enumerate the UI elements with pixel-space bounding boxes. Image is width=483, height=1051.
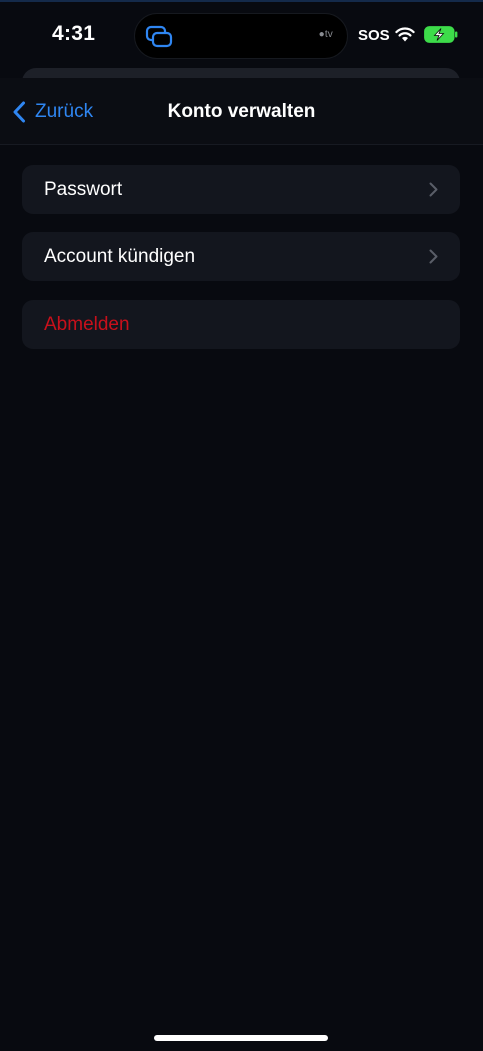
list-item-label: Account kündigen xyxy=(44,246,196,267)
battery-charging-icon xyxy=(424,26,458,43)
list-item-password[interactable]: Passwort xyxy=(22,165,460,214)
chevron-right-icon xyxy=(429,249,438,264)
screen-mirroring-icon xyxy=(145,25,173,48)
sign-out-label: Abmelden xyxy=(44,314,130,335)
list-item-sign-out[interactable]: Abmelden xyxy=(22,300,460,349)
home-indicator[interactable] xyxy=(154,1035,328,1041)
sos-indicator: SOS xyxy=(358,27,390,44)
island-tv-label: tv xyxy=(324,29,333,40)
status-time: 4:31 xyxy=(52,22,96,45)
page-title: Konto verwalten xyxy=(167,101,316,122)
list-item-label: Passwort xyxy=(44,179,123,200)
wifi-icon xyxy=(395,27,415,42)
navigation-bar: Zurück Konto verwalten xyxy=(0,78,483,145)
chevron-right-icon xyxy=(429,182,438,197)
status-bar: 4:31 ●tv SOS xyxy=(0,0,483,66)
screen: 4:31 ●tv SOS Zurück Konto verwalten Pass… xyxy=(0,0,483,1051)
list-item-cancel-account[interactable]: Account kündigen xyxy=(22,232,460,281)
dynamic-island[interactable]: ●tv xyxy=(134,13,348,59)
apple-tv-icon: ●tv xyxy=(319,29,333,40)
